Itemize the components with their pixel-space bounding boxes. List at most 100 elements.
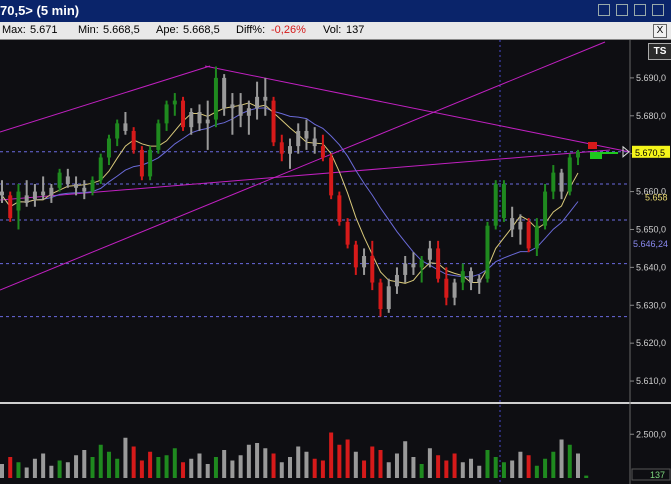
volume-bar bbox=[106, 451, 111, 478]
price-bar-body bbox=[238, 104, 243, 116]
price-bar-body bbox=[82, 187, 87, 192]
volume-bar bbox=[279, 462, 284, 478]
volume-bar bbox=[493, 457, 498, 478]
price-bar-body bbox=[16, 191, 21, 211]
price-bar-body bbox=[246, 108, 251, 116]
volume-bar bbox=[386, 462, 391, 478]
volume-bar bbox=[394, 453, 399, 478]
price-bar-body bbox=[24, 195, 29, 203]
volume-bar bbox=[288, 457, 292, 478]
ts-button[interactable]: TS bbox=[648, 43, 671, 60]
signal-flag-red bbox=[588, 142, 597, 149]
price-bar-body bbox=[485, 225, 490, 279]
price-bar-body bbox=[156, 123, 161, 150]
price-bar-body bbox=[411, 263, 416, 268]
price-bar-body bbox=[148, 149, 153, 177]
volume-bar bbox=[32, 458, 37, 478]
volume-bar bbox=[74, 455, 79, 478]
volume-bar bbox=[411, 457, 416, 478]
volume-bar bbox=[320, 460, 325, 478]
price-bar-body bbox=[172, 100, 177, 105]
volume-bar bbox=[576, 453, 580, 478]
price-bar-body bbox=[386, 286, 391, 310]
volume-bar bbox=[246, 444, 251, 478]
price-bar-body bbox=[32, 191, 37, 200]
last-price-label: 5.670,5 bbox=[635, 148, 665, 158]
price-bar-body bbox=[304, 130, 309, 139]
volume-bar bbox=[477, 465, 482, 478]
price-bar-body bbox=[567, 157, 572, 192]
price-bar-body bbox=[345, 221, 350, 245]
volume-bar bbox=[584, 475, 589, 478]
volume-bar bbox=[427, 448, 432, 478]
volume-bar bbox=[370, 446, 375, 478]
volume-bar bbox=[559, 439, 564, 478]
trend-line bbox=[0, 41, 606, 291]
volume-bar bbox=[263, 448, 268, 478]
price-bar-body bbox=[353, 244, 358, 268]
volume-bar bbox=[378, 450, 383, 478]
price-bar-body bbox=[189, 112, 194, 128]
volume-bar bbox=[222, 450, 227, 478]
price-chart[interactable]: 5.690,05.680,05.670,05.660,05.650,05.640… bbox=[0, 0, 671, 484]
volume-bar bbox=[57, 460, 62, 478]
price-tick-label: 5.690,0 bbox=[636, 73, 666, 83]
volume-bar bbox=[337, 444, 342, 478]
volume-bar bbox=[362, 460, 367, 478]
volume-bar bbox=[205, 464, 210, 478]
volume-bar bbox=[238, 455, 243, 478]
volume-bar bbox=[452, 453, 457, 478]
price-bar-body bbox=[403, 263, 408, 275]
volume-bar bbox=[115, 458, 120, 478]
volume-bar bbox=[312, 458, 317, 478]
volume-bar bbox=[329, 432, 334, 478]
price-bar-body bbox=[49, 187, 54, 196]
volume-bar bbox=[24, 467, 29, 478]
volume-bar bbox=[172, 448, 177, 478]
price-bar-body bbox=[320, 146, 325, 158]
price-bar-body bbox=[41, 191, 46, 196]
volume-bar bbox=[49, 465, 54, 478]
volume-bar bbox=[131, 446, 136, 478]
price-bar-body bbox=[460, 271, 465, 283]
volume-bar bbox=[460, 462, 465, 478]
volume-bar bbox=[148, 451, 153, 478]
volume-bar bbox=[139, 460, 144, 478]
volume-bar bbox=[444, 460, 449, 478]
volume-bar bbox=[230, 460, 235, 478]
price-bar-body bbox=[131, 130, 136, 150]
price-bar-body bbox=[197, 112, 202, 124]
volume-bar bbox=[164, 455, 169, 478]
price-tick-label: 5.610,0 bbox=[636, 376, 666, 386]
ma-fast-label: 5.658 bbox=[645, 192, 668, 202]
price-bar-body bbox=[222, 77, 227, 109]
volume-bar bbox=[197, 453, 202, 478]
price-bar-body bbox=[181, 100, 186, 128]
price-bar-body bbox=[139, 149, 144, 177]
price-bar-body bbox=[510, 218, 515, 230]
price-tick-label: 5.650,0 bbox=[636, 224, 666, 234]
volume-bar bbox=[543, 458, 548, 478]
volume-bar bbox=[518, 451, 523, 478]
price-bar-body bbox=[288, 146, 292, 154]
price-bar-body bbox=[419, 259, 424, 268]
volume-bar bbox=[567, 444, 572, 478]
chart-window: 70,5> (5 min) Max: 5.671 Min: 5.668,5 Ap… bbox=[0, 0, 671, 484]
price-bar-body bbox=[394, 274, 399, 287]
price-tick-label: 5.630,0 bbox=[636, 300, 666, 310]
price-tick-label: 5.680,0 bbox=[636, 111, 666, 121]
price-bar-body bbox=[362, 256, 367, 268]
price-bar-body bbox=[8, 195, 13, 219]
price-bar-body bbox=[106, 138, 111, 158]
price-bar-body bbox=[444, 278, 449, 298]
price-bar-body bbox=[205, 119, 210, 124]
volume-bar bbox=[82, 450, 87, 478]
price-bar-body bbox=[164, 104, 169, 124]
price-bar-body bbox=[115, 123, 120, 139]
price-bar-body bbox=[271, 100, 276, 143]
volume-bar bbox=[8, 457, 13, 478]
volume-bar bbox=[304, 451, 309, 478]
volume-bar bbox=[156, 457, 161, 478]
price-bar-body bbox=[378, 282, 383, 310]
volume-bar bbox=[65, 462, 70, 478]
